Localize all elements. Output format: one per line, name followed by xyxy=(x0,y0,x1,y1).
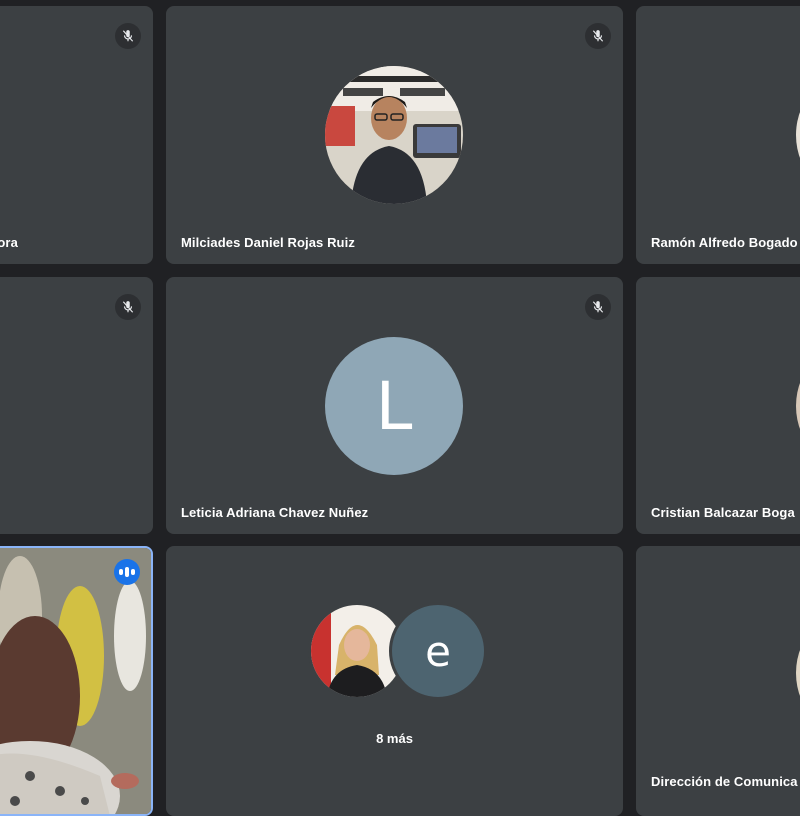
participant-name: Milciades Daniel Rojas Ruiz xyxy=(181,235,355,250)
participant-tile[interactable]: Ramón Alfredo Bogado xyxy=(636,6,800,264)
participant-tile[interactable]: adora xyxy=(0,6,153,264)
participant-video xyxy=(0,548,151,814)
participant-avatar-letter: e xyxy=(389,602,487,700)
participant-name: Ramón Alfredo Bogado xyxy=(651,235,798,250)
participant-tile[interactable] xyxy=(0,277,153,534)
more-participants-label: 8 más xyxy=(376,731,413,746)
participant-video-tile[interactable] xyxy=(0,546,153,816)
participant-tile[interactable]: Dirección de Comunica xyxy=(636,546,800,816)
mic-off-icon xyxy=(115,23,141,49)
participant-avatar-photo xyxy=(796,337,800,475)
mic-off-icon xyxy=(115,294,141,320)
participant-avatar-photo xyxy=(796,604,800,742)
participant-name: adora xyxy=(0,235,18,250)
mic-off-icon xyxy=(585,294,611,320)
participant-avatar-letter: L xyxy=(325,337,463,475)
participant-avatar-photo xyxy=(325,66,463,204)
participant-name: Leticia Adriana Chavez Nuñez xyxy=(181,505,369,520)
overflow-participants-tile[interactable]: e 8 más xyxy=(166,546,623,816)
participant-name: Cristian Balcazar Boga xyxy=(651,505,795,520)
participant-name: Dirección de Comunica xyxy=(651,774,798,789)
participant-tile[interactable]: Milciades Daniel Rojas Ruiz xyxy=(166,6,623,264)
participant-avatar-photo xyxy=(796,66,800,204)
speaking-indicator-icon xyxy=(114,559,140,585)
mic-off-icon xyxy=(585,23,611,49)
participant-tile[interactable]: L Leticia Adriana Chavez Nuñez xyxy=(166,277,623,534)
participant-tile[interactable]: Cristian Balcazar Boga xyxy=(636,277,800,534)
